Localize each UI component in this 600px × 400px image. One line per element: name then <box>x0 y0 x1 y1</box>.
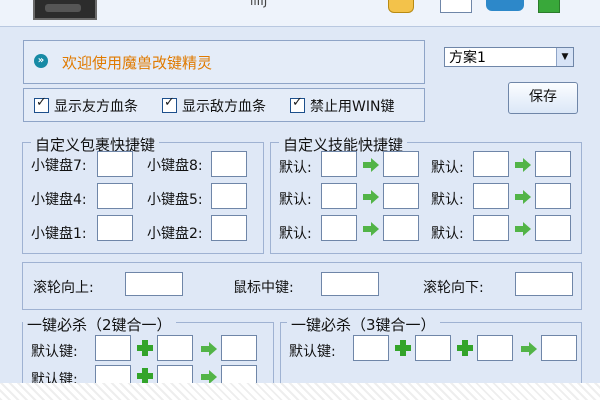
skill-default-input[interactable] <box>321 183 357 209</box>
numpad-7-input[interactable] <box>97 151 133 177</box>
plus-icon <box>137 340 153 356</box>
group-title: 自定义包裹快捷键 <box>31 134 160 155</box>
transparency-edge <box>0 383 600 400</box>
mouse-hotkey-group: 滚轮向上: 鼠标中键: 滚轮向下: <box>22 262 582 310</box>
checkbox-label: 显示敌方血条 <box>182 99 266 115</box>
numpad-4-input[interactable] <box>97 183 133 209</box>
checkbox-checked-icon[interactable] <box>162 95 177 113</box>
arrow-right-icon <box>363 222 379 236</box>
top-strip: ilIIJ <box>0 0 600 27</box>
skill-default-input[interactable] <box>473 151 509 177</box>
combo-2key-group: 一键必杀（2键合一） 默认键: 默认键: <box>22 314 274 388</box>
default-label: 默认: <box>431 160 464 176</box>
middle-button-input[interactable] <box>321 272 379 296</box>
numpad-5-input[interactable] <box>211 183 247 209</box>
skill-target-input[interactable] <box>535 151 571 177</box>
options-panel: 显示友方血条 显示敌方血条 禁止用WIN键 <box>23 88 425 122</box>
group-title: 一键必杀（2键合一） <box>23 314 176 335</box>
combo2-result-input[interactable] <box>221 335 257 361</box>
combo3-key3-input[interactable] <box>477 335 513 361</box>
arrow-right-icon <box>515 190 531 204</box>
skill-target-input[interactable] <box>535 183 571 209</box>
skill-target-input[interactable] <box>535 215 571 241</box>
title-fragment: ilIIJ <box>250 0 268 8</box>
numpad-8-label: 小键盘8: <box>147 158 203 174</box>
save-button[interactable]: 保存 <box>508 82 578 114</box>
scheme-select[interactable]: 方案1 ▼ <box>444 47 574 67</box>
group-title: 一键必杀（3键合一） <box>287 314 440 335</box>
show-enemy-hp-checkbox[interactable]: 显示敌方血条 <box>162 95 266 115</box>
combo2-key2-input[interactable] <box>157 365 193 385</box>
arrow-right-icon <box>515 158 531 172</box>
skill-default-input[interactable] <box>473 215 509 241</box>
plus-icon <box>137 368 153 384</box>
numpad-1-label: 小键盘1: <box>31 226 87 242</box>
disable-win-checkbox[interactable]: 禁止用WIN键 <box>290 95 395 115</box>
default-key-label: 默认键: <box>31 344 78 360</box>
plus-icon <box>395 340 411 356</box>
forward-icon: » <box>34 54 48 68</box>
top-input-box[interactable] <box>440 0 472 13</box>
arrow-right-icon <box>515 222 531 236</box>
show-ally-hp-checkbox[interactable]: 显示友方血条 <box>34 95 138 115</box>
skill-target-input[interactable] <box>383 183 419 209</box>
plus-icon <box>457 340 473 356</box>
pack-hotkey-group: 自定义包裹快捷键 小键盘7: 小键盘8: 小键盘4: 小键盘5: 小键盘1: 小… <box>22 134 264 254</box>
default-key-label: 默认键: <box>289 344 336 360</box>
numpad-8-input[interactable] <box>211 151 247 177</box>
checkbox-label: 禁止用WIN键 <box>310 99 395 115</box>
arrow-right-icon <box>363 190 379 204</box>
skill-default-input[interactable] <box>321 215 357 241</box>
default-label: 默认: <box>279 160 312 176</box>
default-label: 默认: <box>279 226 312 242</box>
default-label: 默认: <box>431 226 464 242</box>
scroll-up-input[interactable] <box>125 272 183 296</box>
skill-hotkey-group: 自定义技能快捷键 默认: 默认: 默认: 默认: 默认: 默认: <box>270 134 582 254</box>
middle-button-label: 鼠标中键: <box>233 280 294 296</box>
skill-default-input[interactable] <box>473 183 509 209</box>
combo2-result-input[interactable] <box>221 365 257 385</box>
numpad-2-input[interactable] <box>211 215 247 241</box>
green-button-icon[interactable] <box>538 0 560 13</box>
welcome-text: 欢迎使用魔兽改键精灵 <box>62 54 213 72</box>
numpad-1-input[interactable] <box>97 215 133 241</box>
combo2-key1-input[interactable] <box>95 365 131 385</box>
arrow-right-icon <box>521 342 537 356</box>
combo3-result-input[interactable] <box>541 335 577 361</box>
scroll-up-label: 滚轮向上: <box>33 280 94 296</box>
numpad-5-label: 小键盘5: <box>147 192 203 208</box>
arrow-right-icon <box>201 342 217 356</box>
combo3-key2-input[interactable] <box>415 335 451 361</box>
scroll-down-label: 滚轮向下: <box>423 280 484 296</box>
default-label: 默认: <box>279 192 312 208</box>
skill-target-input[interactable] <box>383 215 419 241</box>
numpad-2-label: 小键盘2: <box>147 226 203 242</box>
checkbox-checked-icon[interactable] <box>290 95 305 113</box>
default-label: 默认: <box>431 192 464 208</box>
welcome-panel: » 欢迎使用魔兽改键精灵 <box>23 40 425 84</box>
numpad-7-label: 小键盘7: <box>31 158 87 174</box>
skill-default-input[interactable] <box>321 151 357 177</box>
scroll-down-input[interactable] <box>515 272 573 296</box>
key-icon[interactable] <box>388 0 414 13</box>
arrow-right-icon <box>201 370 217 384</box>
checkbox-checked-icon[interactable] <box>34 95 49 113</box>
blue-button-icon[interactable] <box>486 0 524 11</box>
combo3-key1-input[interactable] <box>353 335 389 361</box>
arrow-right-icon <box>363 158 379 172</box>
checkbox-label: 显示友方血条 <box>54 99 138 115</box>
combo2-key1-input[interactable] <box>95 335 131 361</box>
numpad-4-label: 小键盘4: <box>31 192 87 208</box>
chevron-down-icon[interactable]: ▼ <box>556 48 573 66</box>
skill-target-input[interactable] <box>383 151 419 177</box>
game-thumbnail <box>33 0 97 20</box>
combo2-key2-input[interactable] <box>157 335 193 361</box>
scheme-value: 方案1 <box>449 50 486 66</box>
app-window: ilIIJ » 欢迎使用魔兽改键精灵 显示友方血条 显示敌方血条 禁止用WIN键… <box>0 0 600 400</box>
combo-3key-group: 一键必杀（3键合一） 默认键: <box>280 314 582 384</box>
